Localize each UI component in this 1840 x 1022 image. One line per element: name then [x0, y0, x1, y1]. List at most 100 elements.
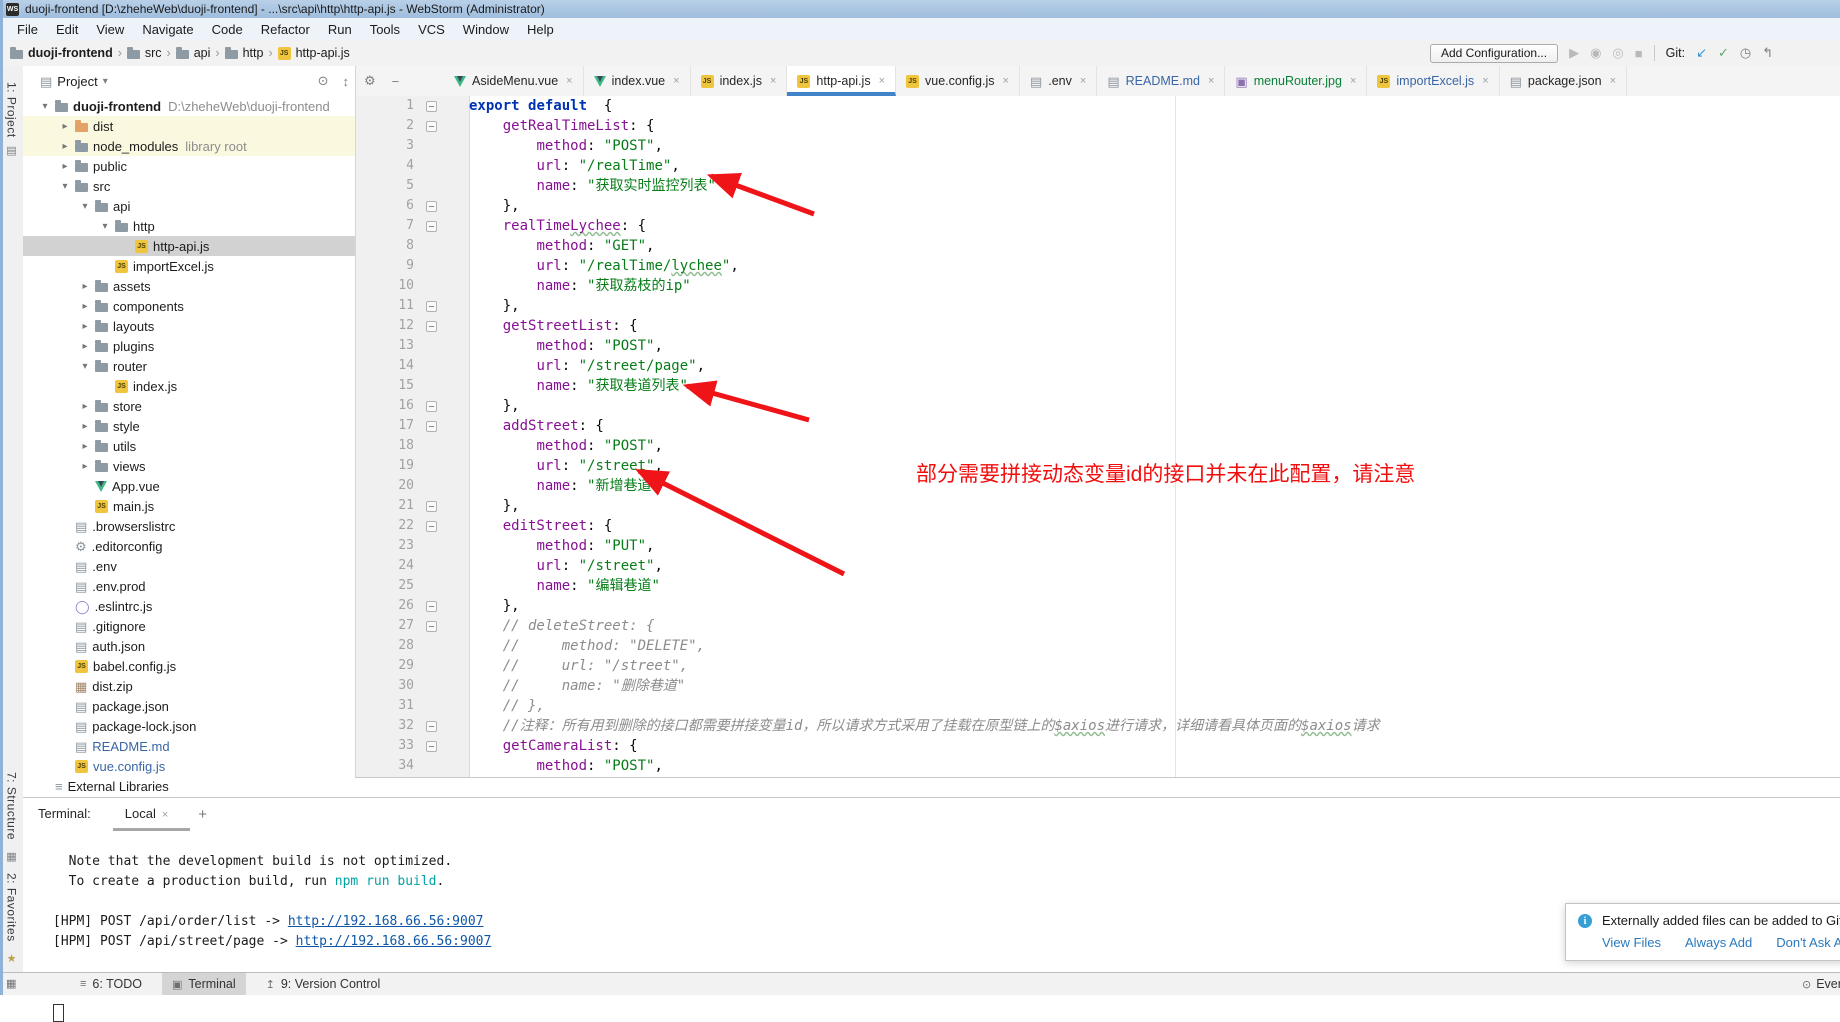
statusbar-9-version-control[interactable]: ↥9: Version Control: [256, 973, 391, 995]
fold-region-icon[interactable]: [426, 521, 437, 532]
fold-end-icon[interactable]: [426, 201, 437, 212]
notification-action-view-files[interactable]: View Files: [1602, 935, 1661, 950]
chevron-down-icon[interactable]: ▾: [95, 221, 115, 232]
statusbar-6-todo[interactable]: ≡6: TODO: [70, 973, 152, 995]
tree-item-router[interactable]: ▾router: [23, 356, 355, 376]
editor-terminal-divider[interactable]: [355, 777, 1840, 778]
menu-view[interactable]: View: [87, 19, 133, 40]
event-log-button[interactable]: ⊙ Event Log: [1802, 973, 1840, 995]
tab-AsideMenu.vue[interactable]: AsideMenu.vue×: [444, 66, 584, 96]
close-icon[interactable]: ×: [673, 75, 679, 87]
tab-vue.config.js[interactable]: JSvue.config.js×: [896, 66, 1020, 96]
code-editor[interactable]: 1export default {2 getRealTimeList: {3 m…: [355, 96, 1840, 777]
fold-end-icon[interactable]: [426, 301, 437, 312]
git-update-icon[interactable]: ↙: [1696, 45, 1707, 61]
run-icon[interactable]: ▶: [1569, 45, 1579, 61]
breadcrumb-item-src[interactable]: src: [127, 46, 162, 60]
breadcrumb-item-http[interactable]: http: [225, 46, 264, 60]
menu-refactor[interactable]: Refactor: [252, 19, 319, 40]
tree-item-components[interactable]: ▸components: [23, 296, 355, 316]
chevron-right-icon[interactable]: ▸: [55, 121, 75, 132]
fold-region-icon[interactable]: [426, 121, 437, 132]
tree-item-.editorconfig[interactable]: ⚙.editorconfig: [23, 536, 355, 556]
close-icon[interactable]: ×: [1080, 75, 1086, 87]
git-commit-check-icon[interactable]: ✓: [1718, 45, 1729, 61]
stripe-structure-button[interactable]: 7: Structure: [5, 772, 19, 840]
chevron-right-icon[interactable]: ▸: [75, 421, 95, 432]
menu-window[interactable]: Window: [454, 19, 518, 40]
statusbar-terminal[interactable]: ▣Terminal: [162, 973, 246, 995]
notification-action-don-t-ask-again[interactable]: Don't Ask Again: [1776, 935, 1840, 950]
fold-end-icon[interactable]: [426, 601, 437, 612]
tree-item-.eslintrc.js[interactable]: ◯.eslintrc.js: [23, 596, 355, 616]
close-icon[interactable]: ×: [879, 75, 885, 87]
tab-http-api.js[interactable]: JShttp-api.js×: [787, 66, 896, 96]
menu-file[interactable]: File: [8, 19, 47, 40]
tree-item-babel.config.js[interactable]: JSbabel.config.js: [23, 656, 355, 676]
terminal-tab-local[interactable]: Local×: [121, 806, 173, 831]
fold-region-icon[interactable]: [426, 421, 437, 432]
terminal-link[interactable]: http://192.168.66.56:9007: [288, 914, 484, 929]
tree-item-style[interactable]: ▸style: [23, 416, 355, 436]
tab-index.vue[interactable]: index.vue×: [584, 66, 691, 96]
stripe-project-button[interactable]: 1: Project: [5, 82, 19, 138]
close-icon[interactable]: ×: [770, 75, 776, 87]
tree-item-.env.prod[interactable]: ▤.env.prod: [23, 576, 355, 596]
menu-run[interactable]: Run: [319, 19, 361, 40]
tree-item-index.js[interactable]: JSindex.js: [23, 376, 355, 396]
chevron-right-icon[interactable]: ▸: [75, 301, 95, 312]
chevron-right-icon[interactable]: ▸: [75, 401, 95, 412]
tree-item-package-lock.json[interactable]: ▤package-lock.json: [23, 716, 355, 736]
fold-region-icon[interactable]: [426, 321, 437, 332]
close-icon[interactable]: ×: [1482, 75, 1488, 87]
tree-item-node_modules[interactable]: ▸node_moduleslibrary root: [23, 136, 355, 156]
tree-item-http-api.js[interactable]: JShttp-api.js: [23, 236, 355, 256]
stripe-favorites-button[interactable]: 2: Favorites: [5, 873, 19, 942]
close-icon[interactable]: ×: [1208, 75, 1214, 87]
tree-item-vue.config.js[interactable]: JSvue.config.js: [23, 756, 355, 776]
tree-item-views[interactable]: ▸views: [23, 456, 355, 476]
tree-item-public[interactable]: ▸public: [23, 156, 355, 176]
menu-edit[interactable]: Edit: [47, 19, 87, 40]
menu-code[interactable]: Code: [203, 19, 252, 40]
stop-icon[interactable]: ■: [1635, 46, 1643, 61]
fold-region-icon[interactable]: [426, 741, 437, 752]
tree-item-auth.json[interactable]: ▤auth.json: [23, 636, 355, 656]
tree-item-main.js[interactable]: JSmain.js: [23, 496, 355, 516]
tree-item-.env[interactable]: ▤.env: [23, 556, 355, 576]
project-panel-header[interactable]: ▤ Project ▾: [23, 66, 355, 96]
close-icon[interactable]: ×: [1003, 75, 1009, 87]
fold-region-icon[interactable]: [426, 221, 437, 232]
fold-region-icon[interactable]: [426, 721, 437, 732]
run-coverage-icon[interactable]: ◎: [1612, 45, 1623, 61]
new-terminal-tab-button[interactable]: +: [198, 806, 207, 823]
tab-package.json[interactable]: ▤package.json×: [1500, 66, 1627, 96]
menu-tools[interactable]: Tools: [361, 19, 409, 40]
chevron-down-icon[interactable]: ▾: [55, 181, 75, 192]
tree-item-dist[interactable]: ▸dist: [23, 116, 355, 136]
chevron-right-icon[interactable]: ▸: [55, 141, 75, 152]
fold-end-icon[interactable]: [426, 401, 437, 412]
chevron-down-icon[interactable]: ▾: [35, 101, 55, 112]
tree-item-importExcel.js[interactable]: JSimportExcel.js: [23, 256, 355, 276]
chevron-right-icon[interactable]: ▸: [75, 441, 95, 452]
tree-item-External Libraries[interactable]: ≡External Libraries: [23, 776, 355, 796]
tree-item-README.md[interactable]: ▤README.md: [23, 736, 355, 756]
menu-vcs[interactable]: VCS: [409, 19, 454, 40]
tree-item-App.vue[interactable]: App.vue: [23, 476, 355, 496]
terminal-output[interactable]: Note that the development build is not o…: [53, 852, 1830, 974]
fold-region-icon[interactable]: [426, 101, 437, 112]
locate-file-icon[interactable]: ⊙: [318, 73, 329, 89]
tree-item-.gitignore[interactable]: ▤.gitignore: [23, 616, 355, 636]
fold-region-icon[interactable]: [426, 621, 437, 632]
toolwindow-toggle-icon[interactable]: ▦: [6, 977, 16, 990]
chevron-right-icon[interactable]: ▸: [75, 341, 95, 352]
collapse-all-icon[interactable]: ↕: [343, 74, 350, 89]
breadcrumb-item-http-api.js[interactable]: JShttp-api.js: [278, 46, 350, 60]
close-icon[interactable]: ×: [1350, 75, 1356, 87]
terminal-link[interactable]: http://192.168.66.56:9007: [296, 934, 492, 949]
breadcrumb-item-api[interactable]: api: [176, 46, 211, 60]
debug-bug-icon[interactable]: ◉: [1590, 45, 1601, 61]
chevron-right-icon[interactable]: ▸: [75, 281, 95, 292]
tab-README.md[interactable]: ▤README.md×: [1097, 66, 1225, 96]
